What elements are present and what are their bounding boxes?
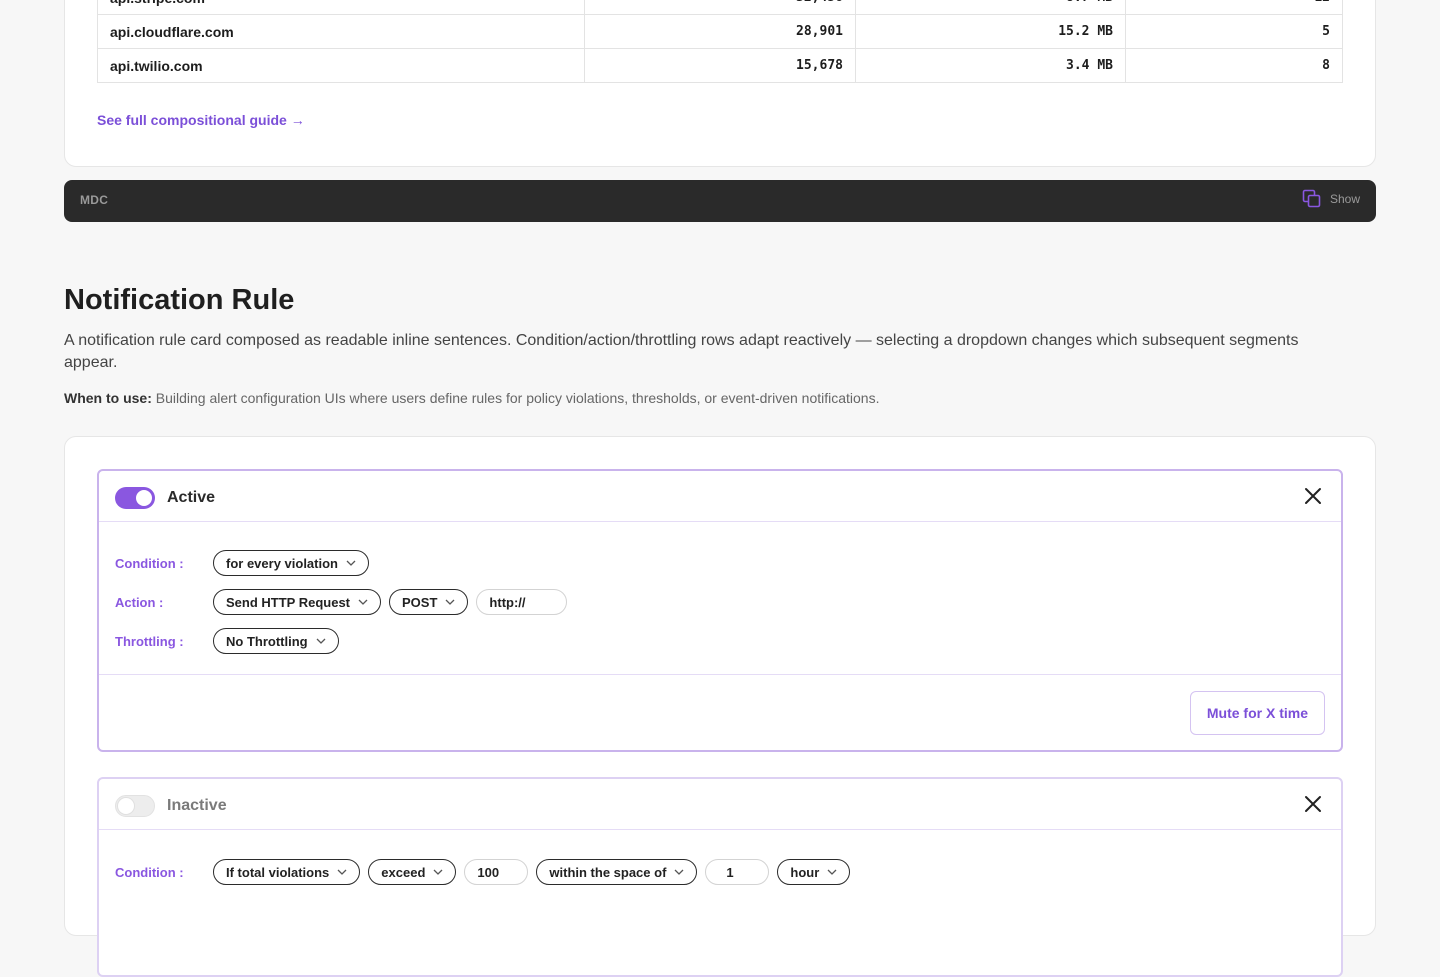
when-to-use-label: When to use: bbox=[64, 390, 152, 406]
show-code-button[interactable]: Show bbox=[1302, 189, 1360, 209]
condition-label: Condition : bbox=[115, 864, 184, 880]
condition-row: Condition : If total violations exceed 1… bbox=[115, 859, 858, 885]
table-cell-requests: 15,678 bbox=[584, 48, 856, 83]
action-type-value: Send HTTP Request bbox=[226, 594, 351, 610]
close-icon[interactable] bbox=[1303, 486, 1323, 506]
window-dropdown[interactable]: within the space of bbox=[536, 859, 698, 885]
table-cell-requests: 28,901 bbox=[584, 14, 856, 49]
condition-label: Condition : bbox=[115, 555, 184, 571]
action-row: Action : Send HTTP Request POST http:// bbox=[115, 589, 575, 615]
window-prefix-value: within the space of bbox=[549, 864, 667, 880]
threshold-input[interactable]: 100 bbox=[464, 859, 529, 885]
rule-header: Inactive bbox=[99, 779, 1341, 830]
window-unit-dropdown[interactable]: hour bbox=[777, 859, 851, 885]
table-cell-host: api.twilio.com bbox=[97, 48, 585, 83]
toggle-knob bbox=[136, 490, 152, 506]
table-cell-count: 12 bbox=[1125, 0, 1343, 15]
window-value-input[interactable]: 1 bbox=[705, 859, 770, 885]
comparator-dropdown[interactable]: exceed bbox=[368, 859, 457, 885]
rule-status-label: Inactive bbox=[167, 797, 227, 814]
chevron-down-icon bbox=[827, 869, 837, 875]
copy-icon bbox=[1302, 189, 1321, 208]
chevron-down-icon bbox=[337, 869, 347, 875]
table-cell-host: api.cloudflare.com bbox=[97, 14, 585, 49]
mdc-label: MDC bbox=[80, 193, 109, 207]
table-cell-count: 8 bbox=[1125, 48, 1343, 83]
mute-button[interactable]: Mute for X time bbox=[1189, 691, 1325, 735]
inactive-toggle[interactable] bbox=[115, 795, 155, 817]
url-input[interactable]: http:// bbox=[476, 589, 568, 615]
notification-rule-card: Inactive Condition : If total violations… bbox=[97, 777, 1343, 977]
condition-row: Condition : for every violation bbox=[115, 550, 377, 576]
table-row: api.cloudflare.com 28,901 15.2 MB 5 bbox=[97, 14, 1343, 49]
chevron-down-icon bbox=[316, 638, 326, 644]
http-method-value: POST bbox=[402, 594, 438, 610]
traffic-table: api.stripe.com 32,456 8.7 MB 12 api.clou… bbox=[97, 0, 1343, 83]
condition-dropdown[interactable]: If total violations bbox=[213, 859, 361, 885]
http-method-dropdown[interactable]: POST bbox=[389, 589, 469, 615]
condition-dropdown[interactable]: for every violation bbox=[213, 550, 369, 576]
chevron-down-icon bbox=[674, 869, 684, 875]
section-description: A notification rule card composed as rea… bbox=[64, 332, 1299, 371]
mdc-code-bar: MDC Show bbox=[64, 180, 1376, 222]
table-cell-requests: 32,456 bbox=[584, 0, 856, 15]
table-cell-host: api.stripe.com bbox=[97, 0, 585, 15]
comparator-value: exceed bbox=[381, 864, 426, 880]
throttling-value: No Throttling bbox=[226, 633, 308, 649]
when-to-use: When to use: Building alert configuratio… bbox=[64, 390, 879, 406]
condition-value: If total violations bbox=[226, 864, 330, 880]
throttling-label: Throttling : bbox=[115, 633, 184, 649]
chevron-down-icon bbox=[445, 599, 455, 605]
throttling-row: Throttling : No Throttling bbox=[115, 628, 347, 654]
condition-value: for every violation bbox=[226, 555, 338, 571]
chevron-down-icon bbox=[346, 560, 356, 566]
compositional-guide-link[interactable]: See full compositional guide → bbox=[97, 112, 305, 128]
table-cell-size: 15.2 MB bbox=[855, 14, 1126, 49]
chevron-down-icon bbox=[433, 869, 443, 875]
action-type-dropdown[interactable]: Send HTTP Request bbox=[213, 589, 382, 615]
window-unit-value: hour bbox=[790, 864, 820, 880]
section-title: Notification Rule bbox=[64, 284, 295, 316]
rule-footer: Mute for X time bbox=[99, 674, 1341, 750]
rule-header: Active bbox=[99, 471, 1341, 522]
rule-status-label: Active bbox=[167, 489, 216, 506]
when-to-use-text: Building alert configuration UIs where u… bbox=[151, 390, 880, 406]
table-cell-count: 5 bbox=[1125, 14, 1343, 49]
close-icon[interactable] bbox=[1303, 794, 1323, 814]
throttling-dropdown[interactable]: No Throttling bbox=[213, 628, 339, 654]
notification-rule-card: Active Condition : for every violation A… bbox=[97, 469, 1343, 752]
table-cell-size: 8.7 MB bbox=[855, 0, 1126, 15]
toggle-knob bbox=[118, 798, 134, 814]
show-label: Show bbox=[1329, 192, 1360, 206]
action-label: Action : bbox=[115, 594, 164, 610]
chevron-down-icon bbox=[358, 599, 368, 605]
table-row: api.twilio.com 15,678 3.4 MB 8 bbox=[97, 48, 1343, 83]
table-row: api.stripe.com 32,456 8.7 MB 12 bbox=[97, 0, 1343, 15]
active-toggle[interactable] bbox=[115, 487, 155, 509]
table-cell-size: 3.4 MB bbox=[855, 48, 1126, 83]
